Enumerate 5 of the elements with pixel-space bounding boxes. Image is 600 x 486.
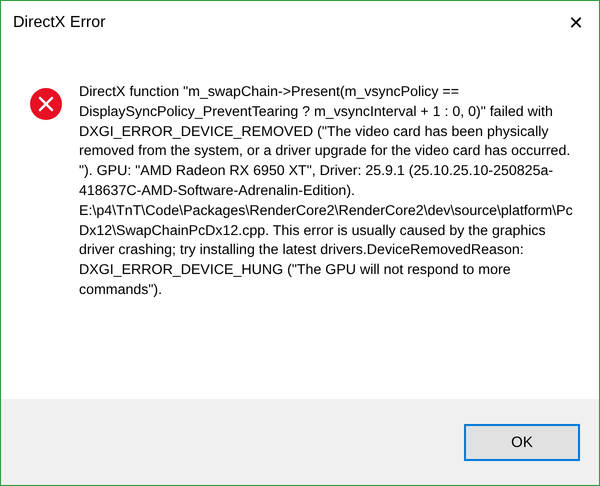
close-button[interactable]: ✕	[553, 1, 599, 45]
window-title: DirectX Error	[13, 14, 106, 32]
error-icon	[29, 87, 63, 121]
error-message: DirectX function "m_swapChain->Present(m_vsyncPolicy == DisplaySyncPolicy_PreventTearing ? m_vsyncInterval + 1 : 0, 0)" failed with DXGI_ERROR_DEVICE_REMOVED ("The video card has been physically removed from the system, or a driver upgrade for the video card has occurred. "). GPU: "AMD Radeon RX 6950 XT", Driver: 25.9.1 (25.10.25.10-250825a-418637C-AMD-Software-Adrenalin-Edition). E:\p4\TnT\Code\Packages\RenderCore2\RenderCore2\dev\source\platform\PcDx12\SwapChainPcDx12.cpp. This error is usually caused by the graphics driver crashing; try installing the latest drivers.DeviceRemovedReason: DXGI_ERROR_DEVICE_HUNG ("The GPU will not respond to more commands").	[79, 83, 574, 300]
ok-button[interactable]: OK	[464, 424, 580, 460]
